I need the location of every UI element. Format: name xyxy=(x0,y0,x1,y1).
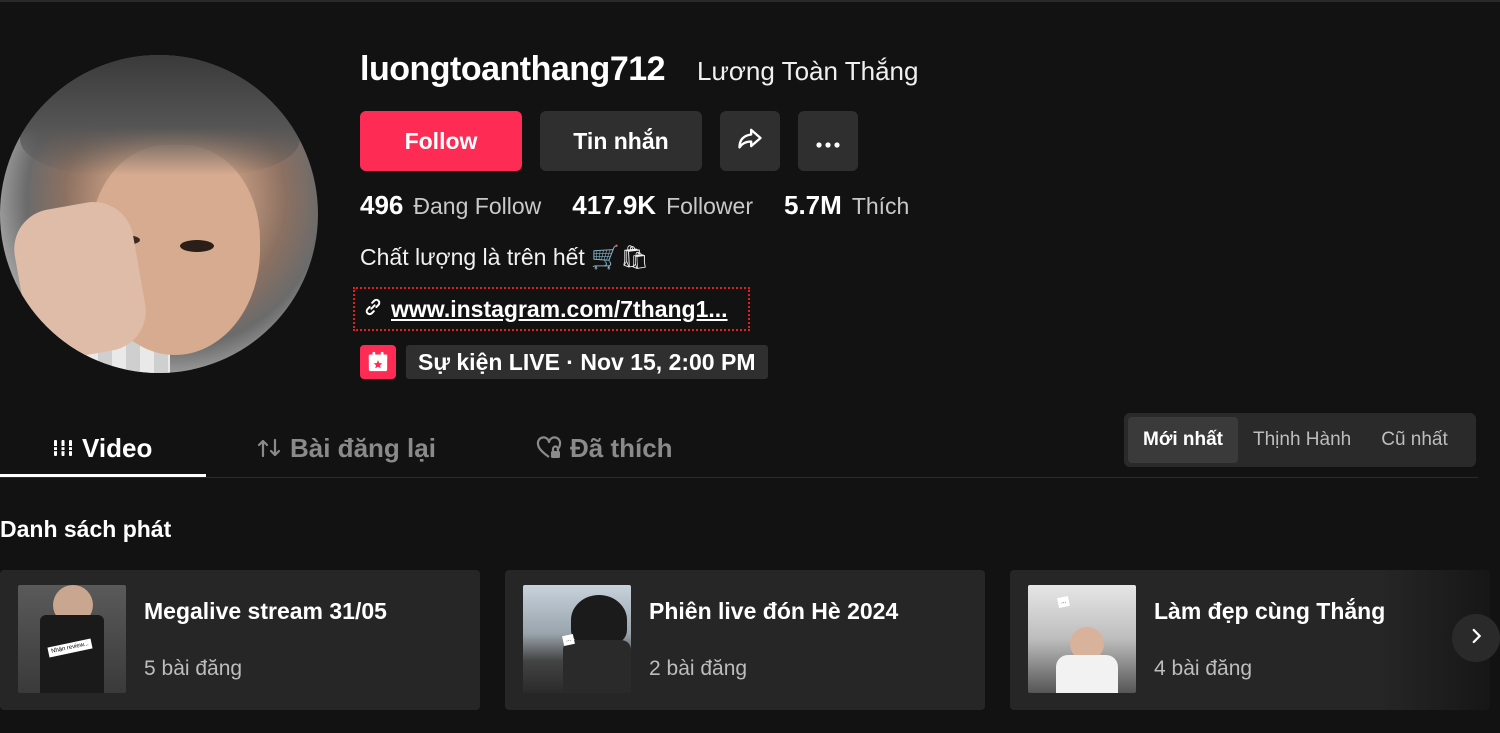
message-button[interactable]: Tin nhắn xyxy=(540,111,702,171)
tab-reposts[interactable]: Bài đăng lại xyxy=(256,420,436,476)
playlist-count: 2 bài đăng xyxy=(649,657,748,680)
sort-newest[interactable]: Mới nhất xyxy=(1128,417,1238,463)
likes-count: 5.7M xyxy=(784,190,842,220)
playlist-title: Phiên live đón Hè 2024 xyxy=(649,598,899,624)
likes-label: Thích xyxy=(851,193,910,219)
profile-link[interactable]: www.instagram.com/7thang1... xyxy=(353,287,750,331)
playlist-card[interactable]: Nhận review... Megalive stream 31/05 5 b… xyxy=(0,570,480,710)
tab-video-label: Video xyxy=(82,432,153,463)
followers-stat[interactable]: 417.9K Follower xyxy=(572,190,753,221)
sort-segmented-control: Mới nhất Thịnh Hành Cũ nhất xyxy=(1124,413,1476,467)
repost-icon xyxy=(256,436,282,460)
playlist-count: 5 bài đăng xyxy=(144,657,243,680)
sort-oldest[interactable]: Cũ nhất xyxy=(1366,417,1463,463)
tab-reposts-label: Bài đăng lại xyxy=(290,432,436,463)
nickname: Lương Toàn Thắng xyxy=(697,56,919,86)
link-icon xyxy=(363,297,383,322)
tabs-divider xyxy=(0,477,1478,478)
playlist-thumbnail: Nhận review... xyxy=(18,585,126,693)
playlist-title: Làm đẹp cùng Thắng xyxy=(1154,598,1386,624)
sort-popular[interactable]: Thịnh Hành xyxy=(1238,417,1366,463)
tab-liked[interactable]: Đã thích xyxy=(536,420,673,476)
followers-label: Follower xyxy=(666,193,753,219)
tab-liked-label: Đã thích xyxy=(570,432,673,463)
carousel-next-button[interactable] xyxy=(1452,614,1500,662)
playlist-count: 4 bài đăng xyxy=(1154,657,1253,680)
profile-stats: 496 Đang Follow 417.9K Follower 5.7M Thí… xyxy=(360,190,940,221)
playlists-heading: Danh sách phát xyxy=(0,516,172,542)
chevron-right-icon xyxy=(1467,627,1485,650)
playlist-title: Megalive stream 31/05 xyxy=(144,598,387,624)
following-stat[interactable]: 496 Đang Follow xyxy=(360,190,541,221)
playlist-thumbnail: ... xyxy=(1028,585,1136,693)
bio-text: Chất lượng là trên hết 🛒🛍 xyxy=(360,244,650,270)
share-button[interactable] xyxy=(720,111,780,171)
share-icon xyxy=(736,124,764,158)
followers-count: 417.9K xyxy=(572,190,657,220)
playlist-card[interactable]: ... Phiên live đón Hè 2024 2 bài đăng xyxy=(505,570,985,710)
link-text[interactable]: www.instagram.com/7thang1... xyxy=(391,296,728,323)
live-event-badge[interactable]: Sự kiện LIVE · Nov 15, 2:00 PM xyxy=(406,345,768,379)
tab-video[interactable]: Video xyxy=(52,420,152,476)
heart-lock-icon xyxy=(536,436,562,460)
playlist-thumbnail: ... xyxy=(523,585,631,693)
follow-button[interactable]: Follow xyxy=(360,111,522,171)
avatar[interactable] xyxy=(0,55,318,373)
more-button[interactable] xyxy=(798,111,858,171)
more-icon xyxy=(815,128,841,155)
following-label: Đang Follow xyxy=(413,193,542,219)
top-border xyxy=(0,0,1500,2)
username: luongtoanthang712 xyxy=(360,50,666,88)
grid-icon xyxy=(52,437,74,459)
following-count: 496 xyxy=(360,190,404,220)
calendar-star-icon xyxy=(360,345,396,379)
likes-stat: 5.7M Thích xyxy=(784,190,909,221)
